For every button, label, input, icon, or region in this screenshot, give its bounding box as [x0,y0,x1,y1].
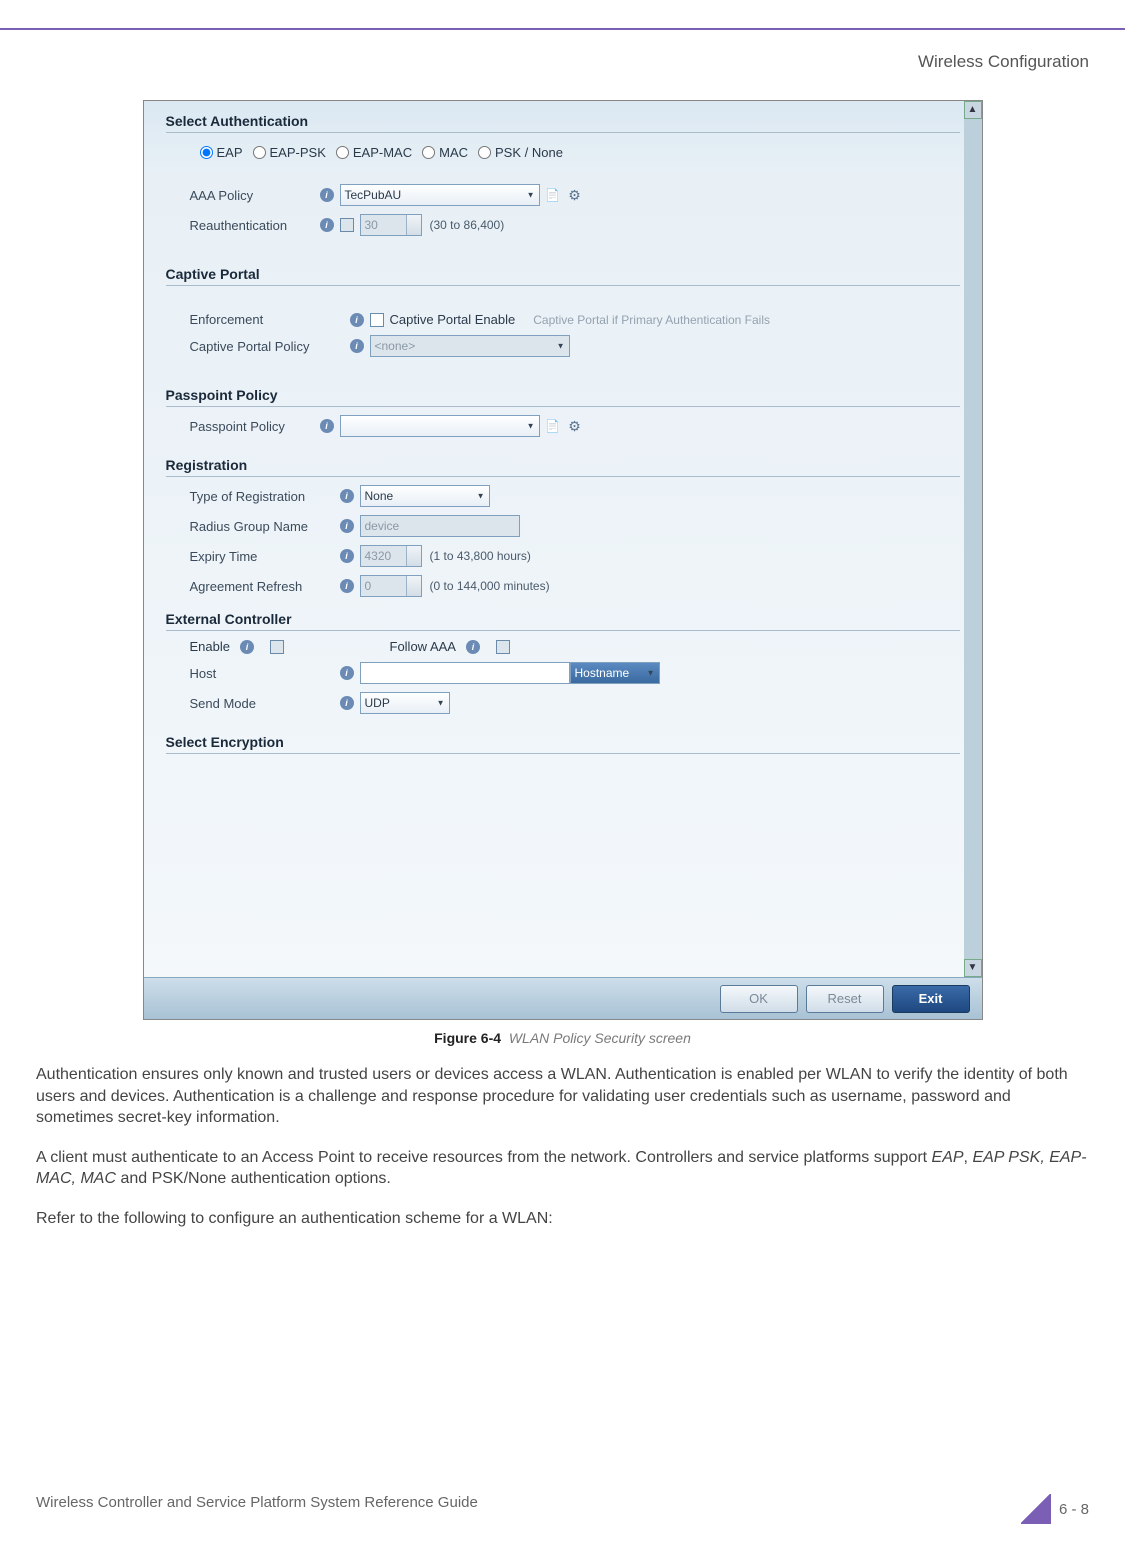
footer-text: Wireless Controller and Service Platform… [36,1494,478,1524]
captive-policy-select[interactable]: <none> [370,335,570,357]
scrollbar[interactable] [964,119,982,959]
info-icon[interactable]: i [320,188,334,202]
follow-aaa-label: Follow AAA [390,639,456,654]
info-icon[interactable]: i [340,549,354,563]
reauth-spinner[interactable]: 30 [360,214,422,236]
info-icon[interactable]: i [350,313,364,327]
reauth-checkbox[interactable] [340,218,354,232]
info-icon[interactable]: i [340,519,354,533]
paragraph-3: Refer to the following to configure an a… [36,1208,1089,1230]
captive-fallback-label: Captive Portal if Primary Authentication… [533,313,770,327]
host-input[interactable] [360,662,570,684]
info-icon[interactable]: i [240,640,254,654]
scroll-down-button[interactable]: ▼ [964,959,982,977]
section-ext-controller: External Controller [166,611,960,631]
paragraph-2: A client must authenticate to an Access … [36,1147,1089,1190]
page-number: 6 - 8 [1059,1501,1089,1518]
radio-mac[interactable]: MAC [422,145,468,160]
radius-group-input[interactable] [360,515,520,537]
radio-psk-none[interactable]: PSK / None [478,145,563,160]
info-icon[interactable]: i [320,218,334,232]
gear-icon[interactable] [566,417,584,435]
aaa-policy-select[interactable]: TecPubAU [340,184,540,206]
paragraph-1: Authentication ensures only known and tr… [36,1064,1089,1129]
extctrl-enable-checkbox[interactable] [270,640,284,654]
captive-enable-label: Captive Portal Enable [390,312,516,327]
section-select-encryption: Select Encryption [166,734,960,754]
radius-group-label: Radius Group Name [190,519,340,534]
refresh-label: Agreement Refresh [190,579,340,594]
add-policy-icon[interactable] [544,186,562,204]
info-icon[interactable]: i [340,666,354,680]
passpoint-select[interactable] [340,415,540,437]
ok-button[interactable]: OK [720,985,798,1013]
passpoint-label: Passpoint Policy [190,419,320,434]
info-icon[interactable]: i [340,696,354,710]
add-policy-icon[interactable] [544,417,562,435]
scroll-up-button[interactable]: ▲ [964,101,982,119]
reauth-hint: (30 to 86,400) [430,218,505,232]
info-icon[interactable]: i [350,339,364,353]
reauth-label: Reauthentication [190,218,320,233]
sendmode-label: Send Mode [190,696,340,711]
expiry-label: Expiry Time [190,549,340,564]
section-captive-portal: Captive Portal [166,266,960,286]
extctrl-enable-label: Enable [190,639,230,654]
reg-type-select[interactable]: None [360,485,490,507]
auth-radio-group: EAP EAP-PSK EAP-MAC MAC PSK / None [166,145,960,160]
info-icon[interactable]: i [466,640,480,654]
refresh-spinner[interactable]: 0 [360,575,422,597]
refresh-hint: (0 to 144,000 minutes) [430,579,550,593]
app-screenshot: ▲ ▼ Select Authentication EAP EAP-PSK EA… [143,100,983,1020]
exit-button[interactable]: Exit [892,985,970,1013]
radio-eap[interactable]: EAP [200,145,243,160]
sendmode-select[interactable]: UDP [360,692,450,714]
follow-aaa-checkbox[interactable] [496,640,510,654]
section-select-authentication: Select Authentication [166,113,960,133]
page-footer: Wireless Controller and Service Platform… [36,1494,1089,1524]
header-title: Wireless Configuration [36,52,1089,72]
enforcement-label: Enforcement [190,312,350,327]
host-label: Host [190,666,340,681]
captive-enable-checkbox[interactable] [370,313,384,327]
reg-type-label: Type of Registration [190,489,340,504]
gear-icon[interactable] [566,186,584,204]
expiry-spinner[interactable]: 4320 [360,545,422,567]
figure-number: Figure 6-4 [434,1030,501,1046]
section-registration: Registration [166,457,960,477]
aaa-policy-label: AAA Policy [190,188,320,203]
info-icon[interactable]: i [340,489,354,503]
button-bar: OK Reset Exit [144,977,982,1019]
expiry-hint: (1 to 43,800 hours) [430,549,531,563]
info-icon[interactable]: i [340,579,354,593]
figure-title: WLAN Policy Security screen [509,1030,691,1046]
figure-caption: Figure 6-4 WLAN Policy Security screen [143,1030,983,1046]
section-passpoint: Passpoint Policy [166,387,960,407]
page-flag-icon [1021,1494,1051,1524]
radio-eap-mac[interactable]: EAP-MAC [336,145,412,160]
captive-policy-label: Captive Portal Policy [190,339,350,354]
info-icon[interactable]: i [320,419,334,433]
radio-eap-psk[interactable]: EAP-PSK [253,145,326,160]
reset-button[interactable]: Reset [806,985,884,1013]
host-type-select[interactable]: Hostname [570,662,660,684]
